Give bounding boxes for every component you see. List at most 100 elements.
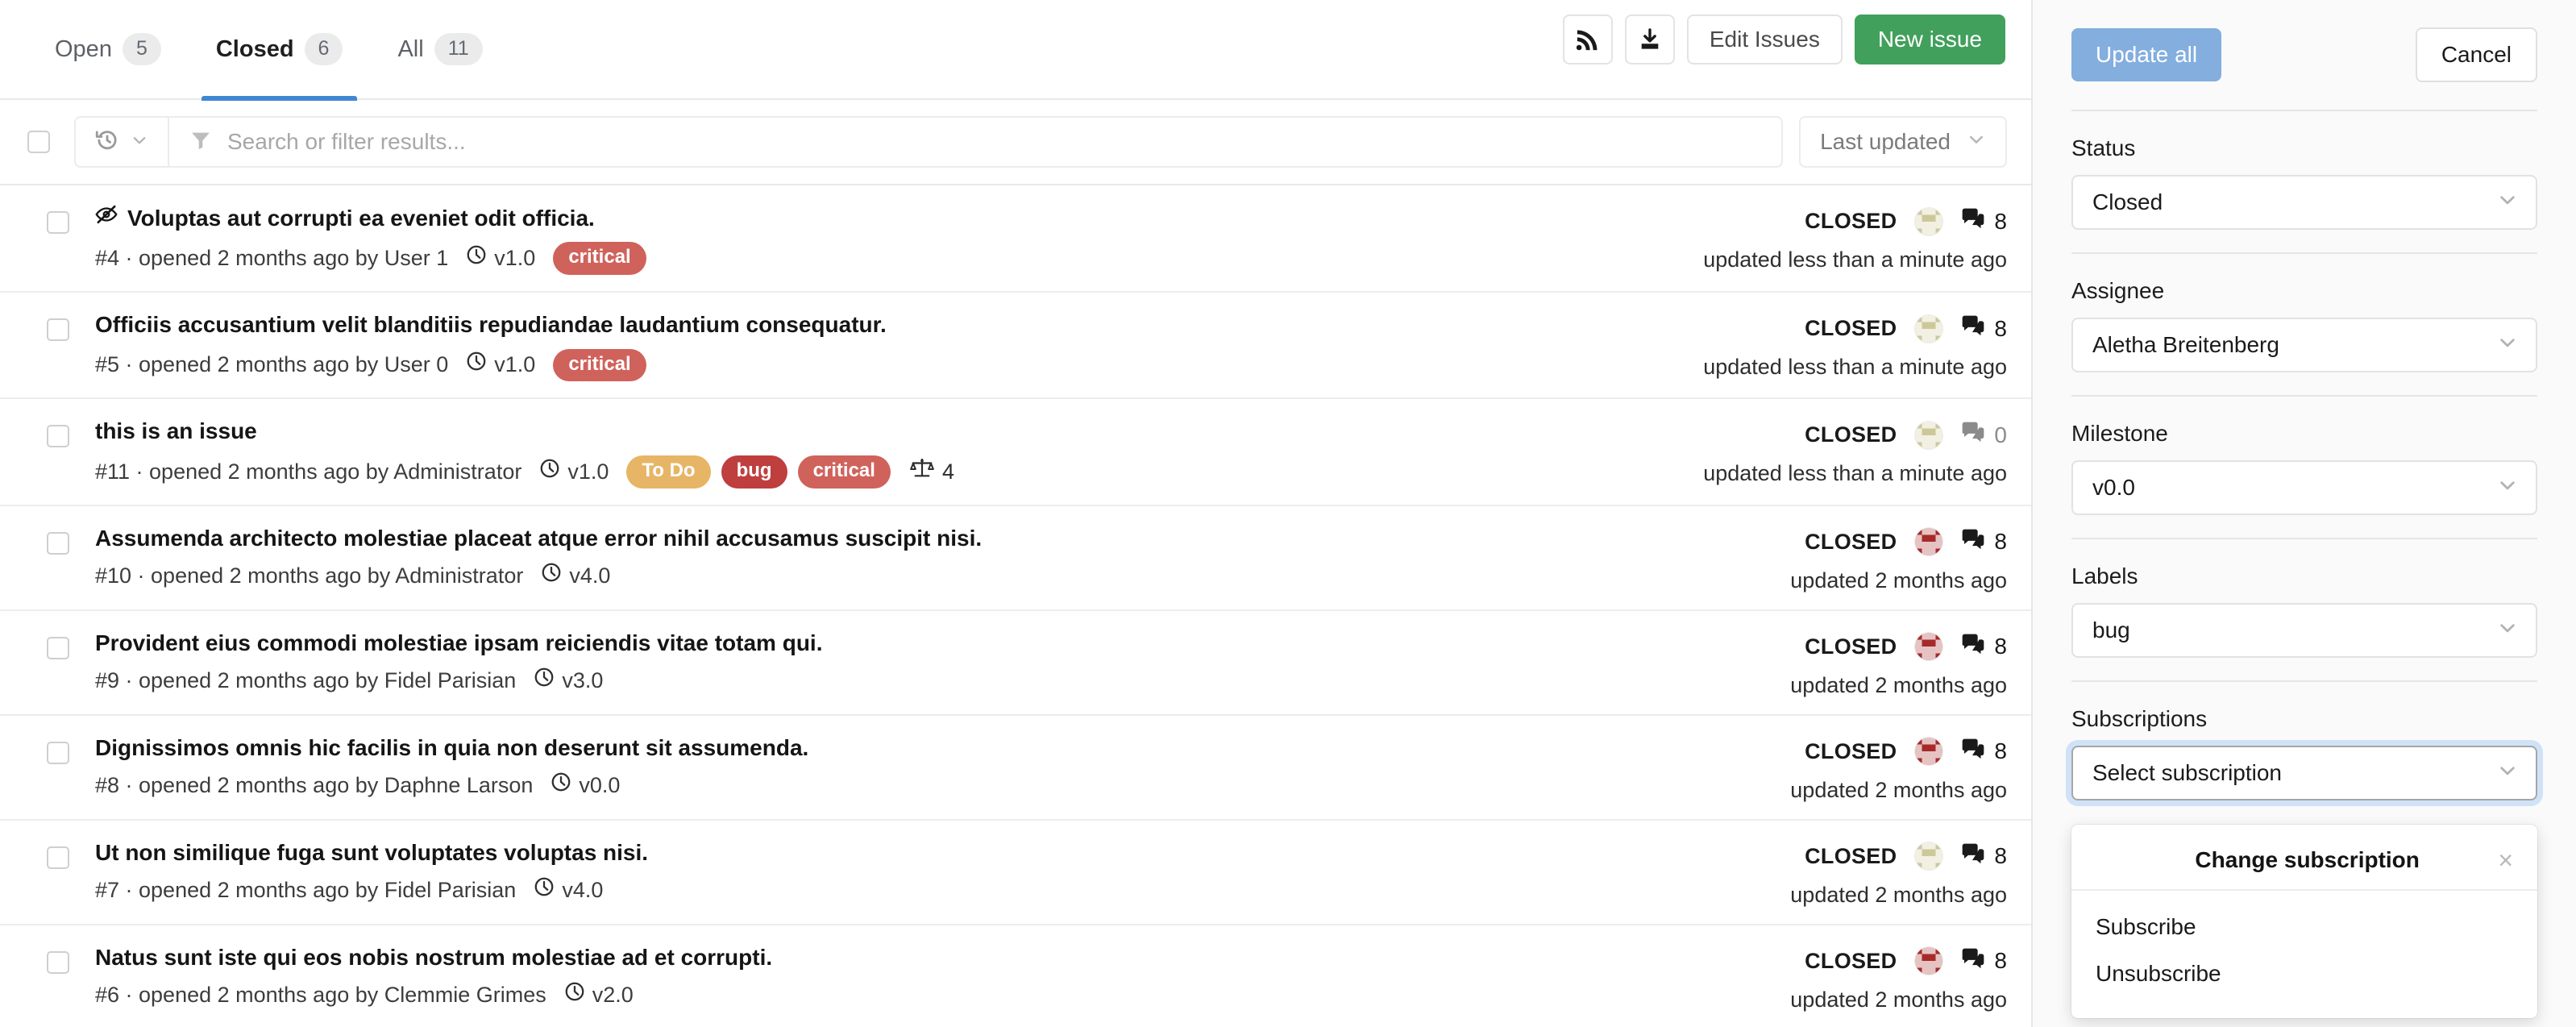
tab-label: Closed [216, 36, 294, 63]
issue-milestone[interactable]: v1.0 [539, 458, 609, 486]
clock-icon [541, 562, 562, 590]
milestone-field: Milestone v0.0 [2071, 397, 2537, 539]
issue-state-tabs: Open5Closed6All11 [27, 0, 510, 99]
issue-comment-count[interactable]: 8 [1961, 527, 2007, 557]
chevron-down-icon [2497, 617, 2518, 644]
issue-row: Natus sunt iste qui eos nobis nostrum mo… [0, 925, 2031, 1027]
issue-status-line: CLOSED 8 [1628, 206, 2007, 236]
scale-icon [910, 457, 934, 487]
issue-state-badge: CLOSED [1805, 739, 1897, 764]
issue-title-link[interactable]: Assumenda architecto molestiae placeat a… [95, 524, 982, 553]
issue-title-link[interactable]: Officiis accusantium velit blanditiis re… [95, 310, 887, 339]
labels-select[interactable]: bug [2071, 603, 2537, 658]
labels-field: Labels bug [2071, 539, 2537, 682]
avatar[interactable] [1914, 632, 1943, 661]
sort-dropdown-button[interactable]: Last updated [1799, 116, 2007, 168]
subscription-option-subscribe[interactable]: Subscribe [2071, 904, 2537, 950]
issue-title-link[interactable]: Provident eius commodi molestiae ipsam r… [95, 629, 822, 658]
issue-comment-count-value: 8 [1994, 209, 2007, 235]
issue-comment-count[interactable]: 8 [1961, 314, 2007, 343]
issue-select-checkbox[interactable] [47, 425, 69, 447]
avatar[interactable] [1914, 527, 1943, 556]
tab-closed[interactable]: Closed6 [189, 0, 371, 99]
issue-milestone[interactable]: v4.0 [541, 562, 610, 590]
issue-title: Voluptas aut corrupti ea eveniet odit of… [95, 203, 1628, 233]
select-all-issues-checkbox[interactable] [27, 131, 50, 153]
avatar[interactable] [1914, 946, 1943, 975]
issue-status-line: CLOSED 8 [1628, 737, 2007, 767]
issue-label-badge[interactable]: bug [721, 455, 787, 489]
edit-issues-button[interactable]: Edit Issues [1687, 15, 1843, 64]
issue-milestone[interactable]: v1.0 [466, 244, 535, 272]
issue-row: Voluptas aut corrupti ea eveniet odit of… [0, 185, 2031, 293]
issue-select-checkbox[interactable] [47, 951, 69, 974]
issue-title-link[interactable]: this is an issue [95, 417, 257, 446]
issue-comment-count[interactable]: 8 [1961, 206, 2007, 236]
subscriptions-label: Subscriptions [2071, 706, 2537, 732]
avatar[interactable] [1914, 207, 1943, 236]
comment-icon [1961, 206, 1985, 236]
issue-select-checkbox[interactable] [47, 637, 69, 659]
avatar[interactable] [1914, 314, 1943, 343]
download-icon [1638, 27, 1662, 53]
issue-meta: #9 · opened 2 months ago by Fidel Parisi… [95, 667, 1628, 695]
avatar[interactable] [1914, 737, 1943, 766]
subscription-dropdown-title: Change subscription [2092, 847, 2495, 873]
issue-state-badge: CLOSED [1805, 634, 1897, 659]
export-issues-button[interactable] [1625, 15, 1675, 64]
close-icon[interactable]: × [2495, 847, 2516, 873]
issue-comment-count[interactable]: 8 [1961, 737, 2007, 767]
issue-label-badge[interactable]: To Do [626, 455, 710, 489]
milestone-select[interactable]: v0.0 [2071, 460, 2537, 515]
avatar[interactable] [1914, 421, 1943, 450]
eye-slash-icon [95, 203, 118, 233]
issue-comment-count[interactable]: 8 [1961, 632, 2007, 662]
issue-status-line: CLOSED8 [1628, 842, 2007, 871]
recent-searches-button[interactable] [76, 118, 169, 166]
subscription-select[interactable]: Select subscription [2071, 746, 2537, 800]
avatar[interactable] [1914, 842, 1943, 871]
issue-label-badge[interactable]: critical [798, 455, 891, 489]
issue-milestone[interactable]: v3.0 [534, 667, 603, 695]
issue-select-checkbox[interactable] [47, 846, 69, 869]
issue-updated-time: updated 2 months ago [1628, 778, 2007, 803]
issue-milestone[interactable]: v4.0 [534, 876, 603, 904]
issue-milestone[interactable]: v2.0 [564, 981, 634, 1009]
issue-label-badge[interactable]: critical [553, 242, 646, 275]
issue-milestone-label: v4.0 [569, 562, 610, 590]
clock-icon [551, 771, 571, 800]
issue-comment-count-value: 8 [1994, 843, 2007, 869]
cancel-button[interactable]: Cancel [2416, 27, 2537, 82]
issue-milestone[interactable]: v0.0 [551, 771, 620, 800]
issue-comment-count[interactable]: 8 [1961, 842, 2007, 871]
issue-title-link[interactable]: Ut non similique fuga sunt voluptates vo… [95, 838, 648, 867]
issues-page: Open5Closed6All11 Edit Issues New issue [0, 0, 2576, 1027]
new-issue-button[interactable]: New issue [1855, 15, 2005, 64]
issue-title-link[interactable]: Voluptas aut corrupti ea eveniet odit of… [127, 204, 595, 233]
assignee-select[interactable]: Aletha Breitenberg [2071, 318, 2537, 372]
issue-status-column: CLOSED0updated less than a minute ago [1628, 417, 2007, 486]
comment-icon [1961, 737, 1985, 767]
update-all-button[interactable]: Update all [2071, 28, 2221, 81]
issue-body: Voluptas aut corrupti ea eveniet odit of… [95, 203, 1628, 275]
tab-open[interactable]: Open5 [27, 0, 189, 99]
issue-select-checkbox[interactable] [47, 211, 69, 234]
issue-label-badge[interactable]: critical [553, 349, 646, 382]
issue-meta-text: #6 · opened 2 months ago by Clemmie Grim… [95, 981, 546, 1009]
history-icon [95, 128, 119, 156]
tab-all[interactable]: All11 [370, 0, 509, 99]
search-input[interactable] [226, 128, 1760, 156]
issue-title-link[interactable]: Dignissimos omnis hic facilis in quia no… [95, 734, 808, 763]
subscription-option-unsubscribe[interactable]: Unsubscribe [2071, 950, 2537, 997]
issue-state-badge: CLOSED [1805, 209, 1897, 234]
issue-select-checkbox[interactable] [47, 742, 69, 764]
rss-feed-button[interactable] [1563, 15, 1613, 64]
issue-comment-count[interactable]: 0 [1961, 420, 2007, 450]
issue-status-line: CLOSED 8 [1628, 632, 2007, 662]
issue-select-checkbox[interactable] [47, 532, 69, 555]
status-select[interactable]: Closed [2071, 175, 2537, 230]
issue-select-checkbox[interactable] [47, 318, 69, 341]
issue-milestone[interactable]: v1.0 [466, 351, 535, 379]
issue-comment-count[interactable]: 8 [1961, 946, 2007, 976]
issue-title-link[interactable]: Natus sunt iste qui eos nobis nostrum mo… [95, 943, 772, 972]
